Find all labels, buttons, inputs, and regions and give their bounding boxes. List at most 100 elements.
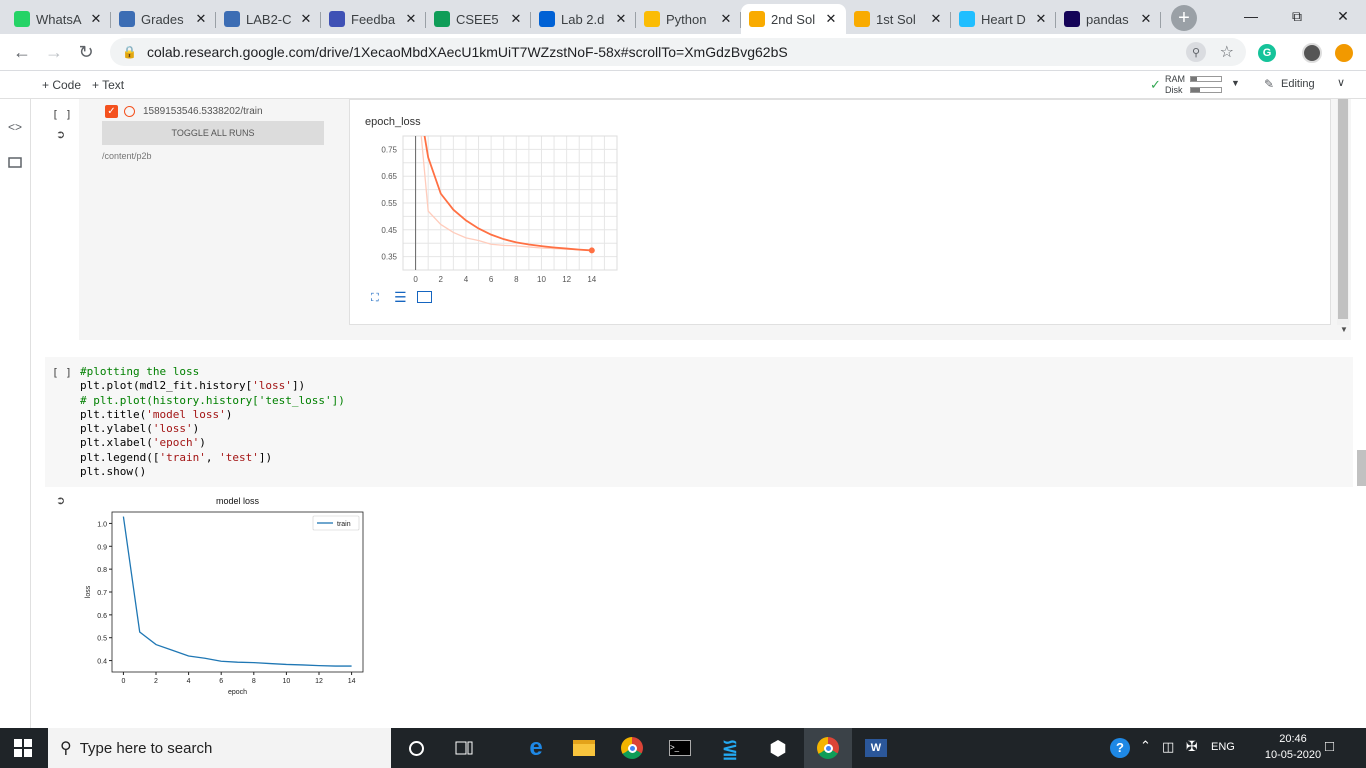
code-line[interactable]: #plotting the loss xyxy=(80,365,345,379)
bookmark-star-icon[interactable]: ☆ xyxy=(1220,42,1234,62)
disk-meter[interactable] xyxy=(1190,87,1222,93)
terminal-icon[interactable]: >_ xyxy=(656,728,704,768)
run-color-circle-icon xyxy=(124,105,135,117)
colab-toolbar: + Code + Text ✓ RAM Disk ▼ ✎ Editing ∨ xyxy=(0,72,1366,99)
reload-button[interactable]: ↻ xyxy=(70,36,102,68)
close-tab-icon[interactable]: ✕ xyxy=(1034,11,1048,27)
code-line[interactable]: # plt.plot(history.history['test_loss']) xyxy=(80,394,345,408)
x-tick-label: 10 xyxy=(282,678,290,685)
fit-domain-icon[interactable] xyxy=(417,291,432,303)
close-tab-icon[interactable]: ✕ xyxy=(929,11,943,27)
x-tick-label: 2 xyxy=(154,678,158,685)
notifications-icon[interactable]: □ xyxy=(1325,738,1334,755)
code-snippets-icon[interactable]: <> xyxy=(8,120,24,136)
close-tab-icon[interactable]: ✕ xyxy=(404,11,418,27)
tab-list: WhatsA ✕ Grades ✕ LAB2-C ✕ Feedba ✕ CSEE5 ✕ Lab 2.… xyxy=(0,0,1161,34)
show-hidden-icons-icon[interactable]: ⌃ xyxy=(1140,738,1151,754)
close-tab-icon[interactable]: ✕ xyxy=(614,11,628,27)
restore-button[interactable]: ⧉ xyxy=(1274,0,1320,32)
colab-icon xyxy=(749,11,765,27)
close-tab-icon[interactable]: ✕ xyxy=(89,11,103,27)
task-view-icon[interactable] xyxy=(440,728,488,768)
zoom-icon[interactable]: ⚲ xyxy=(1186,42,1206,62)
browser-tab[interactable]: 1st Sol ✕ xyxy=(846,4,951,34)
code-line[interactable]: plt.plot(mdl2_fit.history['loss']) xyxy=(80,379,345,393)
y-tick-label: 1.0 xyxy=(97,521,107,528)
code-line[interactable]: plt.legend(['train', 'test']) xyxy=(80,451,345,465)
edge-icon[interactable]: e xyxy=(512,728,560,768)
ram-meter[interactable] xyxy=(1190,76,1222,82)
toggle-all-runs-button[interactable]: TOGGLE ALL RUNS xyxy=(102,121,324,145)
forward-button[interactable]: → xyxy=(38,36,70,68)
x-tick-label: 4 xyxy=(464,275,469,284)
browser-tab[interactable]: Grades ✕ xyxy=(111,4,216,34)
y-tick-label: 0.5 xyxy=(97,636,107,643)
browser-tab[interactable]: Python ✕ xyxy=(636,4,741,34)
fullscreen-icon[interactable]: ⛶ xyxy=(371,292,379,305)
data-table-icon[interactable]: ☰ xyxy=(394,289,407,306)
code-line[interactable]: plt.show() xyxy=(80,465,345,479)
chart-title: model loss xyxy=(216,496,260,506)
chrome-icon[interactable] xyxy=(608,728,656,768)
drive-icon xyxy=(644,11,660,27)
add-code-button[interactable]: + Code xyxy=(42,78,81,92)
code-editor[interactable]: #plotting the loss plt.plot(mdl2_fit.hist… xyxy=(80,365,345,479)
address-bar[interactable]: 🔒 colab.research.google.com/drive/1Xecao… xyxy=(110,38,1246,66)
y-tick-label: 0.65 xyxy=(381,172,397,181)
files-icon[interactable] xyxy=(8,156,24,172)
extension-icon[interactable] xyxy=(1335,44,1353,62)
cortana-icon[interactable] xyxy=(392,728,440,768)
grammarly-icon[interactable]: G xyxy=(1258,44,1276,62)
close-tab-icon[interactable]: ✕ xyxy=(719,11,733,27)
page-scrollbar-thumb[interactable] xyxy=(1357,450,1366,486)
moodle-icon xyxy=(224,11,240,27)
browser-tab[interactable]: 2nd Sol ✕ xyxy=(741,4,846,34)
close-tab-icon[interactable]: ✕ xyxy=(824,11,838,27)
runtime-dropdown-icon[interactable]: ▼ xyxy=(1231,78,1240,88)
close-tab-icon[interactable]: ✕ xyxy=(1139,11,1153,27)
battery-icon[interactable]: ◫ xyxy=(1162,739,1174,755)
logdir-label: /content/p2b xyxy=(102,151,152,161)
browser-tab[interactable]: LAB2-C ✕ xyxy=(216,4,321,34)
sheets-icon xyxy=(434,11,450,27)
output-scrollbar[interactable] xyxy=(1337,99,1349,325)
clock-time[interactable]: 20:46 xyxy=(1263,733,1323,745)
profile-avatar[interactable] xyxy=(1302,43,1322,63)
code-line[interactable]: plt.ylabel('loss') xyxy=(80,422,345,436)
browser-tab[interactable]: Lab 2.d ✕ xyxy=(531,4,636,34)
code-line[interactable]: plt.title('model loss') xyxy=(80,408,345,422)
scroll-down-arrow-icon[interactable]: ▼ xyxy=(1340,325,1348,334)
vscode-icon[interactable]: ⪟ xyxy=(706,728,754,768)
word-icon[interactable]: W xyxy=(852,728,900,768)
browser-tab[interactable]: Feedba ✕ xyxy=(321,4,426,34)
file-explorer-icon[interactable] xyxy=(560,728,608,768)
tensorboard-cell-marker[interactable]: [ ] xyxy=(52,108,72,121)
browser-tab[interactable]: Heart D ✕ xyxy=(951,4,1056,34)
browser-tab[interactable]: pandas ✕ xyxy=(1056,4,1161,34)
chrome-active-icon[interactable] xyxy=(804,728,852,768)
output-icon-2[interactable]: ➲ xyxy=(56,494,65,507)
add-text-button[interactable]: + Text xyxy=(92,78,124,92)
back-button[interactable]: ← xyxy=(6,36,38,68)
windows-start-icon[interactable] xyxy=(14,739,32,757)
network-icon[interactable]: ✠ xyxy=(1186,738,1198,755)
output-icon[interactable]: ➲ xyxy=(56,128,65,141)
close-window-button[interactable]: ✕ xyxy=(1320,0,1366,32)
code-line[interactable]: plt.xlabel('epoch') xyxy=(80,436,345,450)
virtualbox-icon[interactable]: ⬢ xyxy=(754,728,802,768)
new-tab-button[interactable]: + xyxy=(1171,5,1197,31)
close-tab-icon[interactable]: ✕ xyxy=(509,11,523,27)
run-checkbox[interactable]: ✓ xyxy=(105,104,118,118)
editing-label[interactable]: Editing xyxy=(1281,78,1315,90)
browser-tab[interactable]: CSEE5 ✕ xyxy=(426,4,531,34)
x-tick-label: 0 xyxy=(413,275,418,284)
minimize-button[interactable]: — xyxy=(1228,0,1274,32)
close-tab-icon[interactable]: ✕ xyxy=(299,11,313,27)
taskbar-search-box[interactable]: ⚲ Type here to search xyxy=(48,728,391,768)
code-cell-run-marker[interactable]: [ ] xyxy=(52,366,72,379)
collapse-chevron-icon[interactable]: ∨ xyxy=(1337,76,1345,89)
browser-tab[interactable]: WhatsA ✕ xyxy=(6,4,111,34)
close-tab-icon[interactable]: ✕ xyxy=(194,11,208,27)
language-indicator[interactable]: ENG xyxy=(1211,741,1235,753)
help-icon[interactable]: ? xyxy=(1110,738,1130,758)
